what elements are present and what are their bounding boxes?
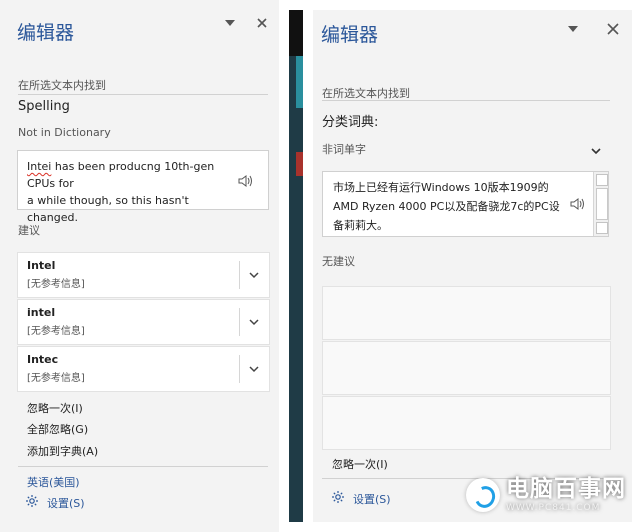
- suggestion-item[interactable]: Intel [无参考信息]: [17, 252, 270, 298]
- empty-suggestion-card: [322, 396, 611, 450]
- editor-pane-right: 编辑器 在所选文本内找到 分类词典: 非词单字 市场上已经有运行Windows …: [313, 10, 632, 522]
- watermark-sub: WWW.PC841.COM: [506, 502, 601, 513]
- issue-subcategory: Not in Dictionary: [18, 126, 111, 139]
- issue-category: Spelling: [18, 99, 70, 114]
- gear-icon: [25, 494, 39, 511]
- document-accent: [296, 56, 303, 108]
- document-edge-top: [289, 10, 303, 56]
- ignore-all-link[interactable]: 全部忽略(G): [27, 421, 88, 437]
- ignore-once-link[interactable]: 忽略一次(I): [27, 400, 83, 416]
- separator: [239, 261, 240, 289]
- chevron-down-icon[interactable]: [589, 143, 603, 162]
- suggestion-word: intel: [27, 306, 56, 319]
- divider: [322, 100, 610, 101]
- empty-suggestion-card: [322, 286, 611, 340]
- chevron-down-icon[interactable]: [247, 361, 261, 375]
- sentence-rest-2: a while though, so this hasn't changed.: [27, 194, 189, 224]
- close-icon[interactable]: [255, 16, 269, 30]
- language-link[interactable]: 英语(美国): [27, 474, 80, 490]
- brand-logo: [466, 478, 500, 512]
- settings-label: 设置(S): [47, 496, 85, 510]
- chevron-down-icon[interactable]: [247, 267, 261, 281]
- suggestions-label: 建议: [18, 224, 40, 237]
- watermark-main: 电脑百事网: [506, 475, 626, 502]
- settings-button[interactable]: 设置(S): [331, 490, 391, 507]
- found-in-selection-label: 在所选文本内找到: [322, 87, 410, 100]
- add-to-dictionary-link[interactable]: 添加到字典(A): [27, 443, 98, 459]
- suggestion-item[interactable]: Intec [无参考信息]: [17, 346, 270, 392]
- divider: [18, 466, 268, 467]
- sentence-line: 市场上已经有运行Windows 10版本1909的: [333, 181, 549, 194]
- speaker-icon[interactable]: [570, 196, 586, 215]
- separator: [239, 355, 240, 383]
- issue-category: 分类词典:: [322, 115, 379, 130]
- pane-controls: [223, 16, 269, 30]
- found-in-selection-label: 在所选文本内找到: [18, 79, 106, 92]
- dropdown-icon[interactable]: [566, 22, 580, 36]
- suggestion-item[interactable]: intel [无参考信息]: [17, 299, 270, 345]
- dropdown-icon[interactable]: [223, 16, 237, 30]
- sentence-rest-1: has been producng 10th-gen CPUs for: [27, 160, 215, 190]
- pane-title: 编辑器: [17, 22, 75, 44]
- chevron-down-icon[interactable]: [247, 314, 261, 328]
- document-accent-red: [296, 152, 303, 176]
- watermark: 电脑百事网 WWW.PC841.COM: [466, 470, 636, 520]
- settings-label: 设置(S): [353, 492, 391, 506]
- screen: 编辑器 在所选文本内找到 Spelling Not in Dictionary …: [0, 0, 644, 532]
- gear-icon: [331, 490, 345, 507]
- settings-button[interactable]: 设置(S): [25, 494, 85, 511]
- suggestion-note: [无参考信息]: [27, 326, 85, 337]
- watermark-text: 电脑百事网 WWW.PC841.COM: [506, 475, 626, 513]
- suggestion-word: Intec: [27, 353, 59, 366]
- no-suggestions-label: 无建议: [322, 255, 355, 268]
- context-sentence: Intei has been producng 10th-gen CPUs fo…: [27, 158, 233, 226]
- divider: [18, 94, 268, 95]
- suggestion-note: [无参考信息]: [27, 279, 85, 290]
- context-sentence: 市场上已经有运行Windows 10版本1909的 AMD Ryzen 4000…: [333, 178, 571, 235]
- separator: [239, 308, 240, 336]
- editor-pane-left: 编辑器 在所选文本内找到 Spelling Not in Dictionary …: [0, 0, 279, 532]
- misspelled-word: Intei: [27, 160, 52, 173]
- sentence-line: 备莉莉大。: [333, 219, 388, 232]
- scroll-thumb[interactable]: [596, 188, 608, 220]
- pane-title: 编辑器: [321, 24, 379, 46]
- scrollbar[interactable]: [593, 172, 608, 236]
- close-icon[interactable]: [606, 22, 620, 36]
- pane-controls: [566, 22, 620, 36]
- issue-subcategory: 非词单字: [322, 143, 366, 156]
- scroll-up-icon[interactable]: [596, 174, 608, 186]
- context-sentence-box: Intei has been producng 10th-gen CPUs fo…: [17, 150, 269, 224]
- ignore-once-link[interactable]: 忽略一次(I): [332, 456, 388, 472]
- context-sentence-box: 市场上已经有运行Windows 10版本1909的 AMD Ryzen 4000…: [322, 171, 609, 237]
- scroll-down-icon[interactable]: [596, 222, 608, 234]
- speaker-icon[interactable]: [238, 173, 254, 187]
- sentence-line: AMD Ryzen 4000 PC以及配备骁龙7c的PC设: [333, 200, 560, 213]
- empty-suggestion-card: [322, 341, 611, 395]
- suggestion-note: [无参考信息]: [27, 373, 85, 384]
- suggestion-word: Intel: [27, 259, 56, 272]
